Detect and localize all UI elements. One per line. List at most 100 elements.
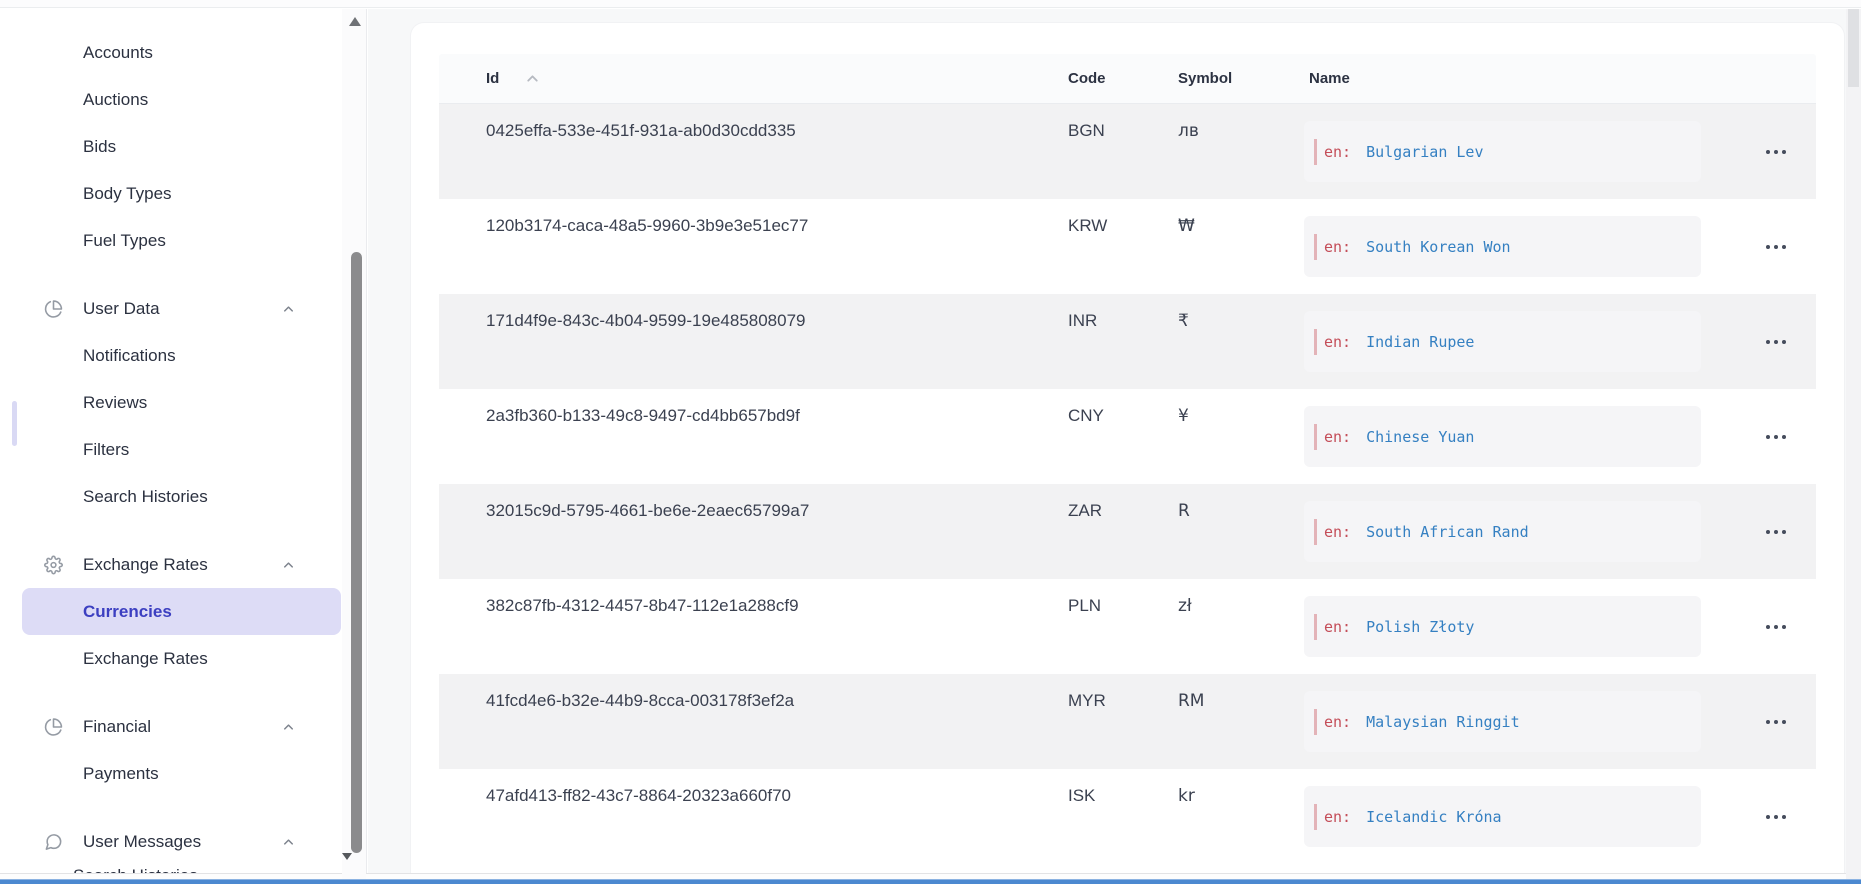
sidebar-item-label: Notifications: [83, 346, 176, 366]
row-actions-button[interactable]: [1758, 137, 1794, 167]
sidebar-group-financial[interactable]: Financial: [0, 703, 366, 750]
row-actions-button[interactable]: [1758, 327, 1794, 357]
sidebar-item-search-histories[interactable]: Search Histories: [0, 473, 366, 520]
table-row: 41fcd4e6-b32e-44b9-8cca-003178f3ef2a MYR…: [439, 674, 1816, 769]
dot-icon: [1782, 530, 1786, 534]
table-header: Id Code Symbol Name: [439, 54, 1816, 104]
sidebar-item-label: Exchange Rates: [83, 649, 208, 669]
sidebar-group-user-data[interactable]: User Data: [0, 285, 366, 332]
locale-marker: [1314, 709, 1317, 735]
currency-code: ISK: [1068, 769, 1178, 806]
dot-icon: [1782, 150, 1786, 154]
page-scrollbar[interactable]: [1846, 9, 1861, 884]
row-actions-button[interactable]: [1758, 517, 1794, 547]
sidebar-item-notifications[interactable]: Notifications: [0, 332, 366, 379]
currency-name: Polish Złoty: [1366, 618, 1474, 636]
currency-id: 0425effa-533e-451f-931a-ab0d30cdd335: [439, 104, 1068, 141]
currency-name: Bulgarian Lev: [1366, 143, 1483, 161]
column-header-code[interactable]: Code: [1068, 70, 1178, 87]
sidebar-item-payments[interactable]: Payments: [0, 750, 366, 797]
dot-icon: [1782, 340, 1786, 344]
locale-label: en:: [1324, 333, 1351, 351]
row-actions-button[interactable]: [1758, 707, 1794, 737]
table-row: 32015c9d-5795-4661-be6e-2eaec65799a7 ZAR…: [439, 484, 1816, 579]
locale-marker: [1314, 424, 1317, 450]
currency-name-box: en: South Korean Won: [1304, 216, 1701, 277]
row-actions-button[interactable]: [1758, 612, 1794, 642]
sidebar-item-label: Payments: [83, 764, 159, 784]
dot-icon: [1782, 720, 1786, 724]
locale-label: en:: [1324, 143, 1351, 161]
dot-icon: [1774, 150, 1778, 154]
dot-icon: [1766, 625, 1770, 629]
currency-name-box: en: Icelandic Króna: [1304, 786, 1701, 847]
row-actions-button[interactable]: [1758, 232, 1794, 262]
row-actions-button[interactable]: [1758, 422, 1794, 452]
currency-name-box: en: Polish Złoty: [1304, 596, 1701, 657]
currency-id: 171d4f9e-843c-4b04-9599-19e485808079: [439, 294, 1068, 331]
sidebar-item-fuel-types[interactable]: Fuel Types: [0, 217, 366, 264]
currency-symbol: ¥: [1178, 389, 1304, 426]
currencies-table: Id Code Symbol Name 0425effa-533e-451f-9…: [439, 54, 1816, 864]
row-actions-button[interactable]: [1758, 802, 1794, 832]
dot-icon: [1782, 815, 1786, 819]
column-header-id[interactable]: Id: [439, 70, 1068, 87]
sidebar-item-body-types[interactable]: Body Types: [0, 170, 366, 217]
column-header-name[interactable]: Name: [1304, 70, 1816, 87]
locale-label: en:: [1324, 618, 1351, 636]
sidebar-item-accounts[interactable]: Accounts: [0, 29, 366, 76]
locale-marker: [1314, 139, 1317, 165]
currency-code: CNY: [1068, 389, 1178, 426]
currency-code: PLN: [1068, 579, 1178, 616]
sidebar-item-reviews[interactable]: Reviews: [0, 379, 366, 426]
page-scrollbar-thumb[interactable]: [1848, 9, 1859, 87]
sidebar-scrollbar[interactable]: [342, 9, 366, 884]
currency-code: ZAR: [1068, 484, 1178, 521]
scroll-up-arrow-icon[interactable]: [349, 17, 361, 26]
currency-id: 2a3fb360-b133-49c8-9497-cd4bb657bd9f: [439, 389, 1068, 426]
locale-marker: [1314, 329, 1317, 355]
currency-name: Indian Rupee: [1366, 333, 1474, 351]
scroll-down-arrow-icon[interactable]: [342, 853, 352, 860]
sidebar-item-filters[interactable]: Filters: [0, 426, 366, 473]
sidebar-item-auctions[interactable]: Auctions: [0, 76, 366, 123]
locale-marker: [1314, 234, 1317, 260]
dot-icon: [1774, 815, 1778, 819]
dot-icon: [1782, 245, 1786, 249]
currency-name: South African Rand: [1366, 523, 1529, 541]
sidebar-item-label: Bids: [83, 137, 116, 157]
gear-icon: [44, 555, 63, 574]
chevron-up-icon: [281, 834, 296, 849]
column-header-id-label: Id: [486, 70, 499, 87]
sidebar-item-label: Search Histories: [83, 487, 208, 507]
currency-name-box: en: Indian Rupee: [1304, 311, 1701, 372]
dot-icon: [1766, 340, 1770, 344]
sidebar-item-bids[interactable]: Bids: [0, 123, 366, 170]
dot-icon: [1774, 245, 1778, 249]
sidebar-item-label: Auctions: [83, 90, 148, 110]
column-header-symbol[interactable]: Symbol: [1178, 70, 1304, 87]
sidebar-group-label: User Data: [83, 299, 160, 319]
sidebar-item-currencies[interactable]: Currencies: [22, 588, 341, 635]
sidebar-group-exchange-rates[interactable]: Exchange Rates: [0, 541, 366, 588]
currency-symbol: R: [1178, 484, 1304, 521]
dot-icon: [1766, 720, 1770, 724]
currency-id: 47afd413-ff82-43c7-8864-20323a660f70: [439, 769, 1068, 806]
currency-code: BGN: [1068, 104, 1178, 141]
currency-code: KRW: [1068, 199, 1178, 236]
sidebar-item-exchange-rates[interactable]: Exchange Rates: [0, 635, 366, 682]
sidebar-group-user-messages[interactable]: User Messages: [0, 818, 366, 865]
sidebar-item-label: Body Types: [83, 184, 172, 204]
currency-id: 32015c9d-5795-4661-be6e-2eaec65799a7: [439, 484, 1068, 521]
currency-code: MYR: [1068, 674, 1178, 711]
locale-label: en:: [1324, 523, 1351, 541]
sidebar-scroll-indicator: [12, 401, 17, 446]
main-content: Id Code Symbol Name 0425effa-533e-451f-9…: [368, 9, 1861, 884]
sort-ascending-icon[interactable]: [524, 70, 541, 87]
currency-symbol: ₩: [1178, 199, 1304, 236]
dot-icon: [1774, 720, 1778, 724]
dot-icon: [1774, 340, 1778, 344]
chevron-up-icon: [281, 719, 296, 734]
sidebar-scrollbar-thumb[interactable]: [351, 252, 362, 853]
dot-icon: [1774, 530, 1778, 534]
